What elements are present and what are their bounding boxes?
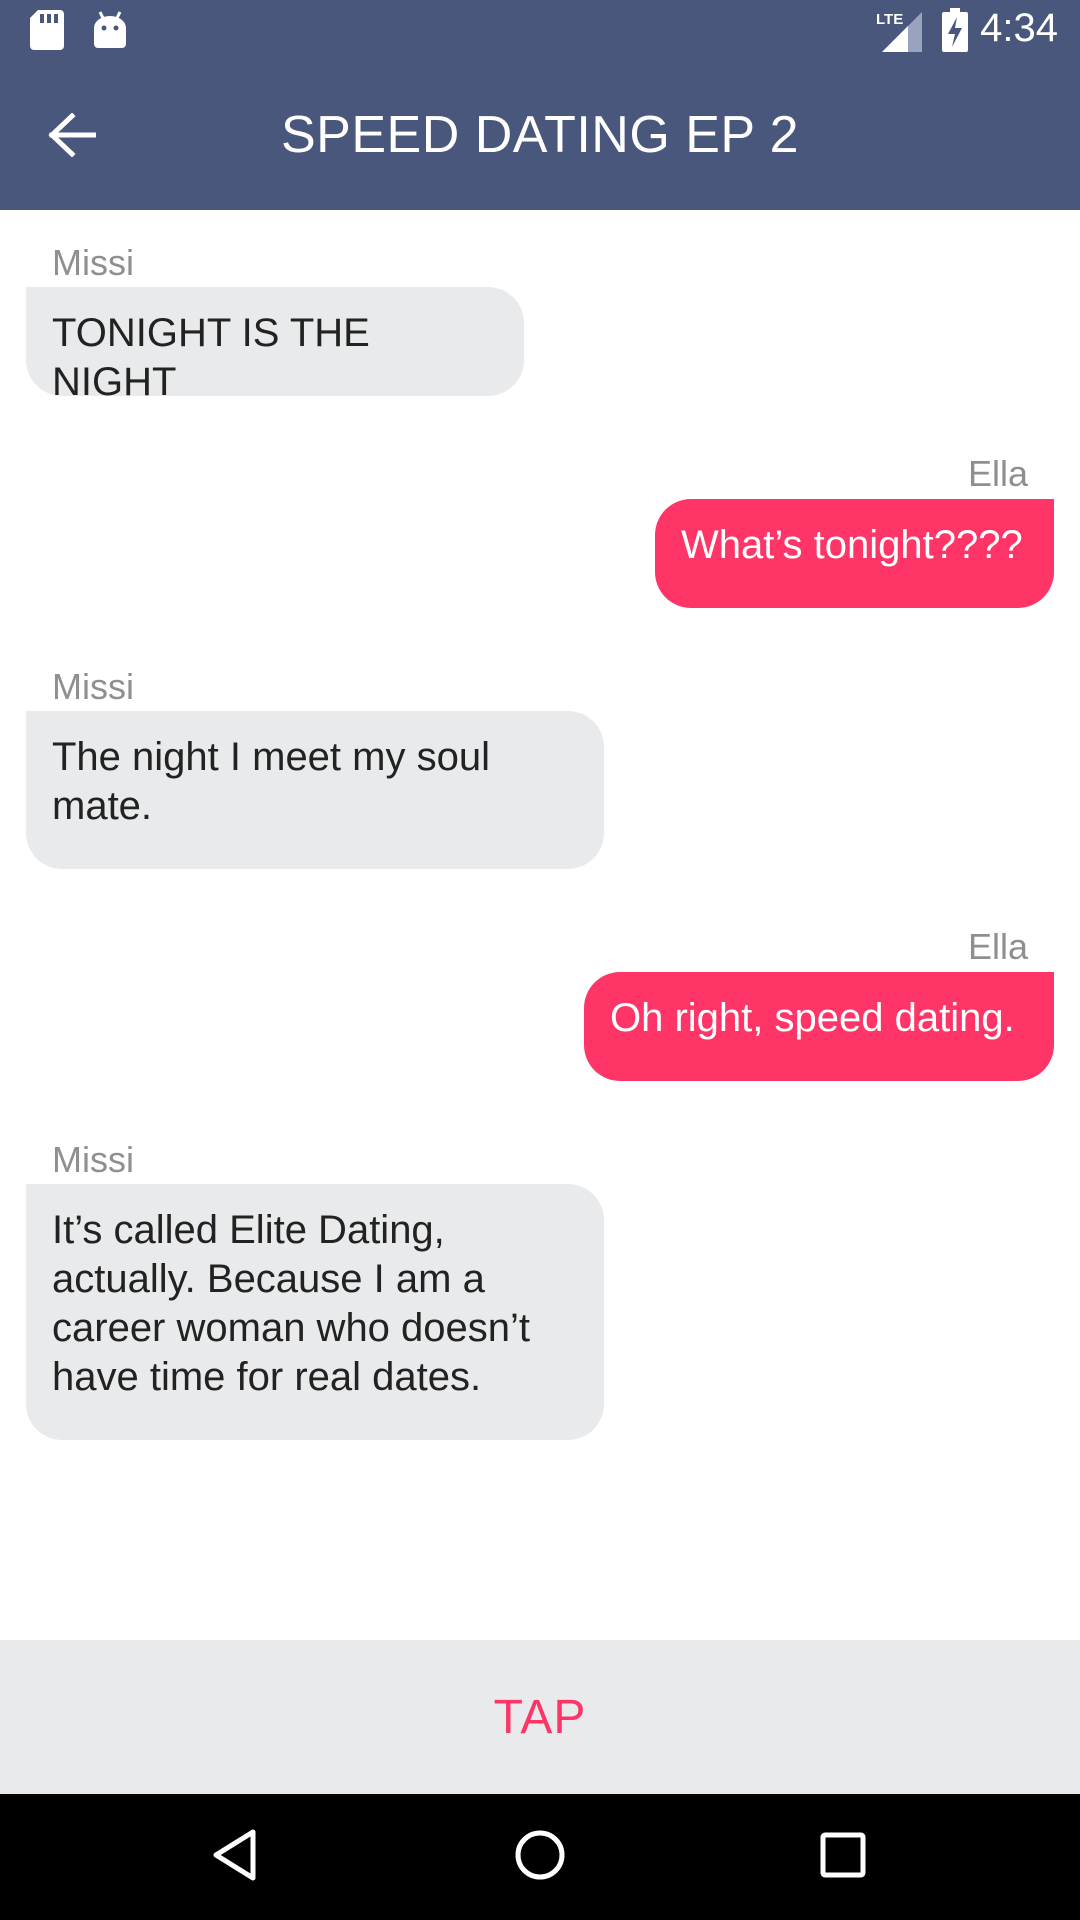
app-bar: SPEED DATING EP 2: [0, 63, 1080, 210]
page-title: SPEED DATING EP 2: [280, 106, 800, 164]
message-text: It’s called Elite Dating, actually. Beca…: [52, 1208, 531, 1399]
incoming-message-bubble: The night I meet my soul mate.: [26, 711, 604, 869]
nav-home-icon: [513, 1828, 567, 1887]
message-sender: Missi: [52, 666, 134, 707]
outgoing-message-bubble: What’s tonight????: [655, 499, 1054, 608]
status-bar: LTE 4:34: [0, 0, 1080, 63]
sd-card-icon: [30, 10, 64, 55]
nav-recents-icon: [818, 1830, 868, 1885]
nav-recents-button[interactable]: [808, 1822, 878, 1892]
battery-charging-icon: [942, 8, 968, 57]
tap-button-label: TAP: [493, 1690, 587, 1744]
message-text: Oh right, speed dating.: [610, 996, 1015, 1040]
message-text: The night I meet my soul mate.: [52, 735, 490, 828]
incoming-message-bubble: TONIGHT IS THE NIGHT: [26, 287, 524, 404]
message-sender: Missi: [52, 1139, 134, 1180]
nav-back-icon: [211, 1828, 259, 1887]
message-sender: Ella: [967, 453, 1028, 494]
nav-home-button[interactable]: [505, 1822, 575, 1892]
outgoing-message-bubble: Oh right, speed dating.: [584, 972, 1054, 1081]
android-icon: [92, 10, 128, 55]
chat-thread: Missi TONIGHT IS THE NIGHT Ella What’s t…: [0, 210, 1080, 1640]
message-sender: Ella: [967, 926, 1028, 967]
lte-signal-icon: LTE: [874, 8, 922, 57]
nav-back-button[interactable]: [200, 1822, 270, 1892]
system-nav-bar: [0, 1794, 1080, 1920]
tap-button[interactable]: TAP: [0, 1640, 1080, 1794]
incoming-message-bubble: It’s called Elite Dating, actually. Beca…: [26, 1184, 604, 1440]
message-text: TONIGHT IS THE NIGHT: [52, 311, 370, 404]
message-sender: Missi: [52, 242, 134, 283]
status-time: 4:34: [980, 6, 1058, 50]
svg-text:LTE: LTE: [876, 11, 903, 28]
message-text: What’s tonight????: [681, 523, 1023, 567]
